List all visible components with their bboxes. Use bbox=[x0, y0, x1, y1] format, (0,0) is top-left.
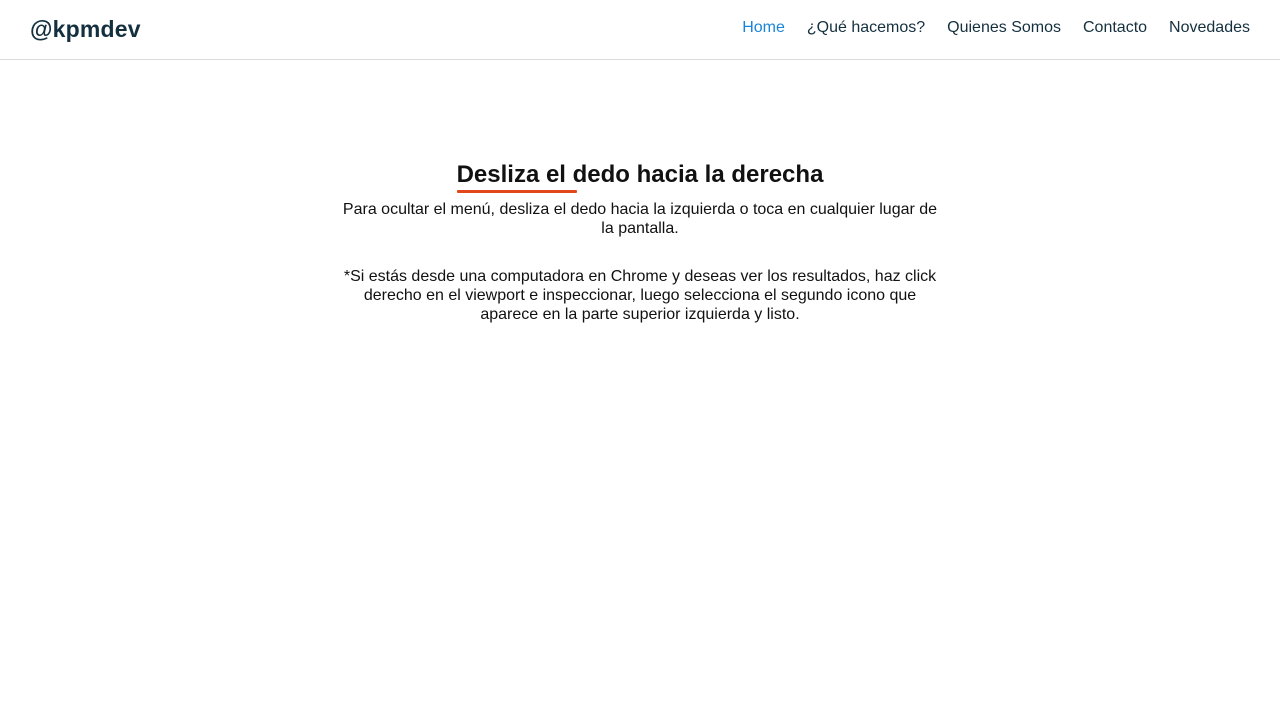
nav-link-contacto[interactable]: Contacto bbox=[1083, 19, 1147, 36]
nav-link-quienes-somos[interactable]: Quienes Somos bbox=[947, 19, 1061, 36]
top-navigation-bar: @kpmdev Home ¿Qué hacemos? Quienes Somos… bbox=[0, 0, 1280, 60]
title-underline-accent bbox=[456, 190, 577, 193]
nav-item-novedades: Novedades bbox=[1169, 19, 1250, 37]
nav-item-quienes-somos: Quienes Somos bbox=[947, 19, 1061, 37]
instruction-paragraph: Para ocultar el menú, desliza el dedo ha… bbox=[342, 201, 938, 237]
nav-item-contacto: Contacto bbox=[1083, 19, 1147, 37]
nav-link-que-hacemos[interactable]: ¿Qué hacemos? bbox=[807, 19, 925, 36]
page-title: Desliza el dedo hacia la derecha bbox=[456, 161, 824, 188]
nav-link-novedades[interactable]: Novedades bbox=[1169, 19, 1250, 36]
nav-item-home: Home bbox=[742, 19, 785, 37]
page-title-wrap: Desliza el dedo hacia la derecha bbox=[456, 160, 824, 193]
desktop-note-paragraph: *Si estás desde una computadora en Chrom… bbox=[343, 268, 937, 323]
brand-logo-link[interactable]: @kpmdev bbox=[30, 16, 141, 43]
main-content: Desliza el dedo hacia la derecha Para oc… bbox=[0, 160, 1280, 324]
main-nav: Home ¿Qué hacemos? Quienes Somos Contact… bbox=[742, 19, 1250, 37]
nav-link-home[interactable]: Home bbox=[742, 19, 785, 36]
nav-item-que-hacemos: ¿Qué hacemos? bbox=[807, 19, 925, 37]
